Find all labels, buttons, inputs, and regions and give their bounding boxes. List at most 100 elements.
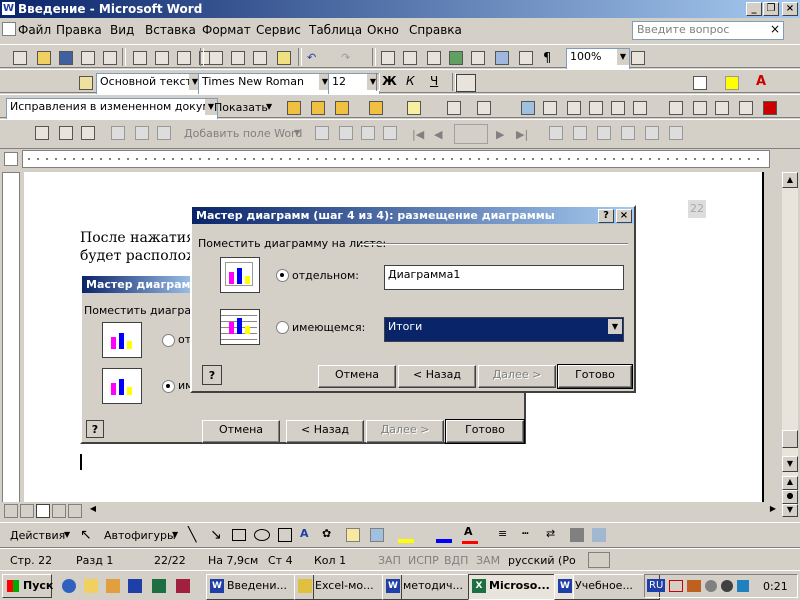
clipart-icon[interactable] (346, 528, 360, 542)
select-objects-icon[interactable]: ↖ (80, 527, 92, 543)
hyperlink-icon[interactable] (378, 49, 396, 65)
scroll-thumb[interactable] (782, 430, 798, 448)
contrast-icon[interactable] (564, 99, 582, 115)
font-color-icon[interactable]: A (756, 74, 774, 90)
last-record-icon[interactable]: ▶| (516, 128, 528, 141)
compress-icon[interactable] (690, 99, 708, 115)
print-icon[interactable] (130, 49, 148, 65)
tab-selector[interactable] (4, 152, 18, 166)
display-for-review-combo[interactable]: Исправления в измененном документ ▼ (6, 98, 218, 120)
horizontal-ruler[interactable] (22, 150, 770, 168)
diagram-icon[interactable]: ✿ (322, 527, 331, 540)
explorer-icon[interactable] (84, 579, 98, 593)
tables-borders-icon[interactable] (400, 49, 418, 65)
dialog-help-button[interactable]: ? (598, 209, 614, 223)
line-style-icon[interactable] (666, 99, 684, 115)
font-combo[interactable]: Times New Roman ▼ (198, 73, 332, 95)
doc-icon[interactable] (2, 22, 16, 36)
find-entry-icon[interactable] (546, 124, 564, 140)
menu-insert[interactable]: Вставка (145, 23, 196, 37)
paste-icon[interactable] (250, 49, 268, 65)
dialog-close-button[interactable]: × (616, 209, 632, 223)
cut-icon[interactable] (206, 49, 224, 65)
spelling-status-icon[interactable] (588, 552, 610, 568)
help-icon[interactable] (628, 49, 646, 65)
minimize-button[interactable]: _ (746, 2, 762, 16)
separate-sheet-name-input[interactable]: Диаграмма1 (384, 265, 624, 290)
close-button[interactable]: × (782, 2, 798, 16)
menu-view[interactable]: Вид (110, 23, 134, 37)
shadow-style-icon[interactable] (570, 528, 584, 542)
insert-greeting-icon[interactable] (132, 124, 150, 140)
finish-button[interactable]: Готово (557, 364, 633, 389)
browse-object-icon[interactable]: ● (782, 490, 798, 504)
justify-icon[interactable] (526, 74, 544, 90)
window-titlebar[interactable]: W Введение - Microsoft Word _ ❐ × (0, 0, 800, 18)
document-map-icon[interactable] (516, 49, 534, 65)
word-app-icon[interactable]: W (2, 2, 15, 15)
merge-printer-icon[interactable] (618, 124, 636, 140)
next-page-icon[interactable]: ▼ (782, 504, 798, 517)
reset-picture-icon[interactable] (760, 99, 778, 115)
font-size-combo[interactable]: 12 ▼ (328, 73, 380, 95)
arrow-style-icon[interactable]: ⇄ (546, 527, 555, 540)
quicklaunch-icon[interactable] (106, 579, 120, 593)
tray-network-icon[interactable] (705, 580, 717, 592)
menu-file[interactable]: Файл (18, 23, 51, 37)
tray-antivirus-icon[interactable] (737, 580, 749, 592)
ask-question-input[interactable]: Введите вопрос (632, 21, 784, 40)
underline-button[interactable]: Ч (430, 74, 448, 90)
align-left-icon[interactable] (456, 74, 476, 92)
main-document-icon[interactable] (32, 124, 50, 140)
format-painter-icon[interactable] (274, 49, 292, 65)
reading-view-icon[interactable] (68, 504, 82, 518)
tray-mail-icon[interactable] (669, 580, 683, 592)
prev-page-icon[interactable]: ▲ (782, 476, 798, 490)
save-icon[interactable] (56, 49, 74, 65)
scroll-left-icon[interactable]: ◀ (86, 504, 100, 518)
show-hide-icon[interactable]: ¶ (540, 49, 558, 66)
language-indicator[interactable]: RU (647, 579, 666, 592)
autoshapes-chevron-down-icon[interactable]: ▼ (172, 530, 178, 539)
status-ovr[interactable]: ЗАМ (476, 554, 500, 567)
align-right-icon[interactable] (502, 74, 520, 90)
insert-address-icon[interactable] (108, 124, 126, 140)
merge-email-icon[interactable] (642, 124, 660, 140)
permission-icon[interactable] (78, 49, 96, 65)
insert-merge-field-icon[interactable] (154, 124, 172, 140)
separate-sheet-label[interactable]: отдельном: (292, 269, 359, 282)
insert-excel-icon[interactable] (446, 49, 464, 65)
italic-button[interactable]: К (406, 74, 424, 90)
tray-volume-icon[interactable] (721, 580, 733, 592)
line-icon[interactable]: ╲ (188, 527, 196, 543)
propagate-labels-icon[interactable] (380, 124, 398, 140)
new-comment-icon[interactable] (404, 99, 422, 115)
reject-change-icon[interactable] (366, 99, 384, 115)
style-combo[interactable]: Основной текст ▼ (96, 73, 202, 95)
actions-menu[interactable]: Действия (10, 529, 65, 542)
wordart-icon[interactable]: A (300, 527, 309, 540)
record-number-input[interactable] (454, 124, 488, 144)
numbering-icon[interactable] (584, 74, 602, 90)
menu-edit[interactable]: Правка (56, 23, 102, 37)
fill-color-icon[interactable] (398, 539, 414, 543)
clock[interactable]: 0:21 (763, 580, 788, 593)
next-record-icon[interactable]: ▶ (496, 128, 504, 141)
previous-record-icon[interactable]: ◀ (434, 128, 442, 141)
scroll-right-icon[interactable]: ▶ (766, 504, 780, 518)
drawing-icon[interactable] (492, 49, 510, 65)
dash-style-icon[interactable]: ┅ (522, 527, 529, 540)
highlight-icon[interactable] (722, 74, 740, 90)
3d-style-icon[interactable] (592, 528, 606, 542)
rectangle-icon[interactable] (232, 529, 246, 541)
text-wrap-icon[interactable] (712, 99, 730, 115)
spelling-icon[interactable] (174, 49, 192, 65)
oval-icon[interactable] (254, 529, 270, 541)
align-center-icon[interactable] (480, 74, 498, 90)
preview-icon[interactable] (152, 49, 170, 65)
track-changes-icon[interactable] (444, 99, 462, 115)
increase-indent-icon[interactable] (652, 74, 670, 90)
copy-icon[interactable] (228, 49, 246, 65)
office-assistant-icon[interactable]: ? (202, 365, 222, 385)
decrease-indent-icon[interactable] (630, 74, 648, 90)
